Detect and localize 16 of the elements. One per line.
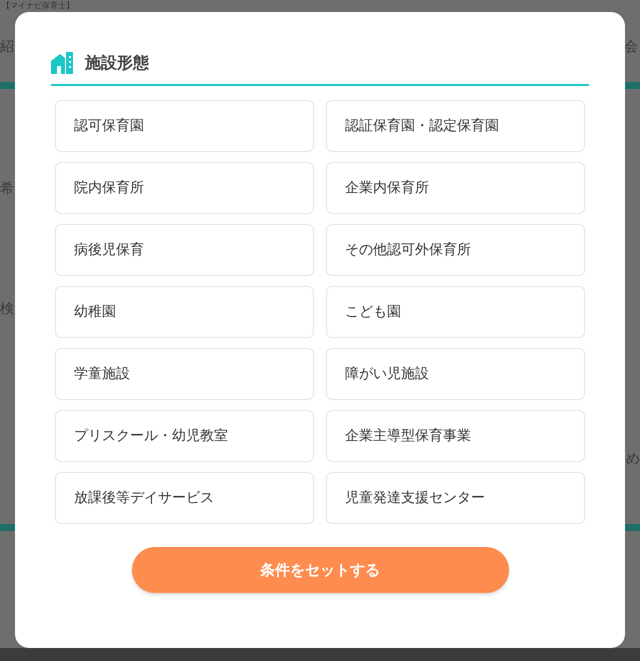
- option-button[interactable]: 幼稚園: [55, 286, 314, 338]
- option-button[interactable]: 企業内保育所: [326, 162, 585, 214]
- option-button[interactable]: 障がい児施設: [326, 348, 585, 400]
- option-button[interactable]: プリスクール・幼児教室: [55, 410, 314, 462]
- option-button[interactable]: こども園: [326, 286, 585, 338]
- option-button[interactable]: 企業主導型保育事業: [326, 410, 585, 462]
- section-title: 施設形態: [85, 52, 149, 74]
- option-button[interactable]: 放課後等デイサービス: [55, 472, 314, 524]
- option-button[interactable]: その他認可外保育所: [326, 224, 585, 276]
- option-button[interactable]: 病後児保育: [55, 224, 314, 276]
- option-button[interactable]: 学童施設: [55, 348, 314, 400]
- option-button[interactable]: 児童発達支援センター: [326, 472, 585, 524]
- option-button[interactable]: 認証保育園・認定保育園: [326, 100, 585, 152]
- option-button[interactable]: 認可保育園: [55, 100, 314, 152]
- option-button[interactable]: 院内保育所: [55, 162, 314, 214]
- site-header-text: 【マイナビ保育士】: [2, 1, 74, 10]
